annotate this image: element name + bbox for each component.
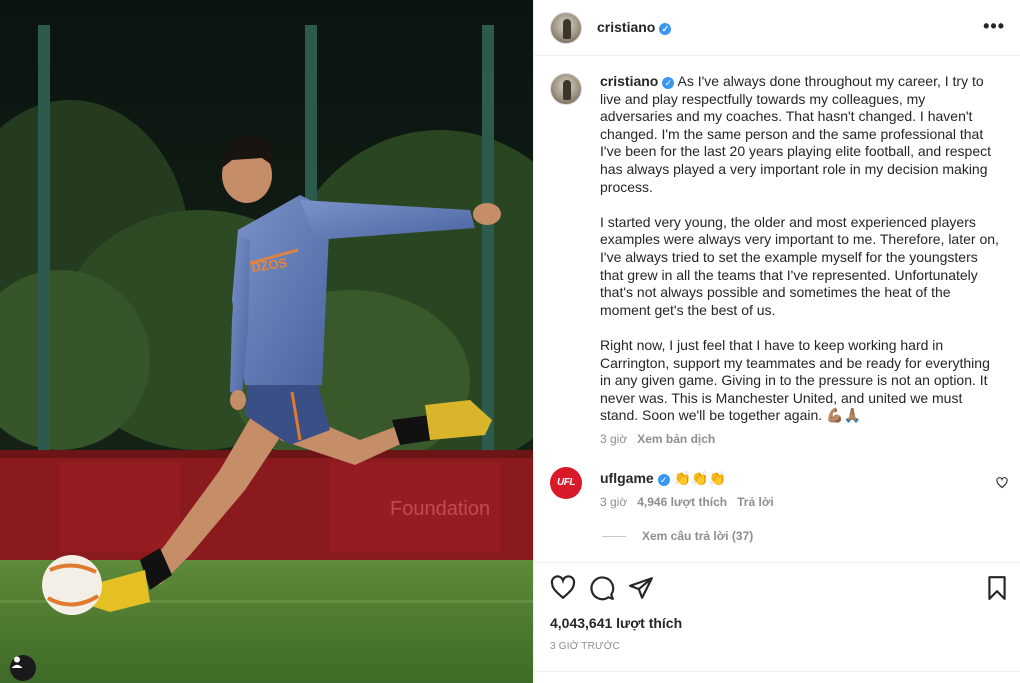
caption-paragraph-2: I started very young, the older and most… xyxy=(600,213,1003,318)
comments-section: cristiano ✓ As I've always done throughou… xyxy=(534,57,1020,562)
comment-meta: 3 giờ 4,946 lượt thích Trả lời xyxy=(600,495,784,509)
post-side-panel: cristiano ✓ ••• cristiano ✓ As I've always… xyxy=(533,0,1020,683)
commenter-username[interactable]: uflgame xyxy=(600,470,654,486)
comment-time: 3 giờ xyxy=(600,495,628,509)
reply-button[interactable]: Trả lời xyxy=(737,495,774,509)
svg-text:Foundation: Foundation xyxy=(390,498,490,520)
caption-author-avatar[interactable] xyxy=(550,73,582,105)
more-options-icon[interactable]: ••• xyxy=(983,16,1005,37)
post-photo[interactable]: Foundation DZOS xyxy=(0,0,533,683)
likes-count[interactable]: 4,043,641 lượt thích xyxy=(550,615,682,631)
caption-author[interactable]: cristiano xyxy=(600,73,658,89)
caption-meta: 3 giờ Xem bản dịch xyxy=(600,432,725,446)
caption-time: 3 giờ xyxy=(600,432,628,446)
share-icon[interactable] xyxy=(628,575,654,601)
comment-row: uflgame ✓ 👏👏👏 xyxy=(600,470,726,487)
post-actions: 4,043,641 lượt thích 3 GIỜ TRƯỚC xyxy=(534,562,1020,683)
verified-icon: ✓ xyxy=(662,77,675,89)
small-heart-icon[interactable] xyxy=(996,477,1008,489)
commenter-avatar[interactable]: UFL xyxy=(550,467,582,499)
verified-icon: ✓ xyxy=(659,23,672,35)
caption-paragraph-1: As I've always done throughout my career… xyxy=(600,73,995,195)
author-avatar[interactable] xyxy=(550,12,582,44)
view-replies-button[interactable]: Xem câu trả lời (37) xyxy=(642,529,753,543)
caption: cristiano ✓ As I've always done throughou… xyxy=(600,73,1000,425)
heart-icon[interactable] xyxy=(550,575,576,601)
comment-icon[interactable] xyxy=(589,575,615,601)
caption-paragraph-3: Right now, I just feel that I have to ke… xyxy=(600,336,994,424)
author-username[interactable]: cristiano ✓ xyxy=(597,19,672,35)
post-timestamp: 3 GIỜ TRƯỚC xyxy=(550,641,620,652)
translate-link[interactable]: Xem bản dịch xyxy=(637,432,715,446)
actions-divider xyxy=(534,671,1020,672)
post-header: cristiano ✓ ••• xyxy=(534,0,1020,56)
comment-likes[interactable]: 4,946 lượt thích xyxy=(637,495,727,509)
author-username-text[interactable]: cristiano xyxy=(597,19,655,35)
post-photo-image: Foundation DZOS xyxy=(0,0,533,683)
comment-text: 👏👏👏 xyxy=(673,470,726,486)
reply-divider xyxy=(602,536,626,537)
verified-icon: ✓ xyxy=(657,474,670,486)
bookmark-icon[interactable] xyxy=(984,575,1010,601)
user-tag-icon[interactable] xyxy=(10,655,36,681)
